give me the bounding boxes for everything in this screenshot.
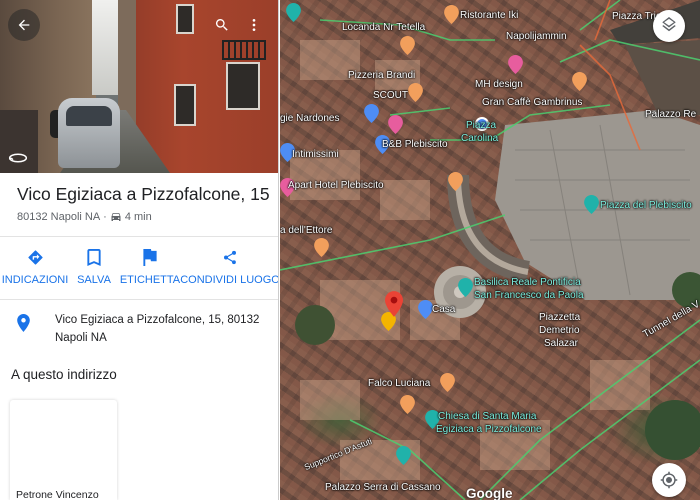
divider: [0, 299, 278, 300]
map-label: Egiziaca a Pizzofalcone: [436, 424, 542, 435]
poi-marker-teal[interactable]: [584, 195, 599, 214]
place-panel: Vico Egiziaca a Pizzofalcone, 15 80132 N…: [0, 0, 279, 500]
address-row[interactable]: Vico Egiziaca a Pizzofalcone, 15, 80132 …: [0, 305, 278, 351]
map-label: Casa: [432, 304, 456, 315]
more-options-button[interactable]: [238, 9, 270, 41]
poi-marker-pink[interactable]: [388, 115, 403, 134]
map-label: Piazza: [466, 120, 497, 131]
google-logo: Google: [466, 486, 513, 500]
poi-marker-orange[interactable]: [440, 373, 455, 392]
label-label: ETICHETTA: [119, 274, 181, 286]
map-label: gie Nardones: [280, 113, 340, 124]
map-label: Salazar: [544, 338, 578, 349]
map-label: Piazzetta: [539, 312, 581, 323]
directions-button[interactable]: INDICAZIONI: [0, 246, 70, 294]
map-label: SCOUT: [373, 90, 408, 101]
map-label: Locanda Nr Tetella: [342, 22, 426, 33]
back-button[interactable]: [8, 9, 40, 41]
map-label: a dell'Ettore: [280, 225, 333, 236]
bookmark-icon: [87, 248, 101, 266]
poi-marker-orange[interactable]: [400, 36, 415, 55]
map-label: Pizzeria Brandi: [348, 70, 416, 81]
map-label: MH design: [475, 79, 523, 90]
map-label: Chiesa di Santa Maria: [438, 411, 537, 422]
label-button[interactable]: ETICHETTA: [118, 246, 182, 294]
poi-marker-orange[interactable]: [314, 238, 329, 257]
poi-marker-blue[interactable]: [418, 300, 433, 319]
parked-car: [58, 98, 120, 168]
street-view-expand-button[interactable]: [4, 146, 32, 170]
map-label: Falco Luciana: [368, 378, 431, 389]
action-bar: INDICAZIONI SALVA ETICHETTA CONDIVIDI LU…: [0, 246, 279, 294]
drive-time: 4 min: [124, 211, 152, 223]
place-subtitle: 80132 Napoli NA · 4 min: [17, 211, 152, 223]
business-card[interactable]: [10, 400, 117, 500]
poi-marker-orange[interactable]: [400, 395, 415, 414]
window: [226, 62, 260, 110]
map-label: Apart Hotel Plebiscito: [288, 180, 384, 191]
full-address-text: Vico Egiziaca a Pizzofalcone, 15, 80132 …: [55, 311, 265, 347]
place-title: Vico Egiziaca a Pizzofalcone, 15: [17, 184, 270, 204]
more-vert-icon: [252, 19, 256, 31]
section-title: A questo indirizzo: [11, 367, 117, 382]
map-label: B&B Plebiscito: [382, 139, 448, 150]
directions-label: INDICAZIONI: [1, 274, 69, 286]
my-location-button[interactable]: [652, 463, 686, 497]
maps-app: Vico Egiziaca a Pizzofalcone, 15 80132 N…: [0, 0, 700, 500]
layers-button[interactable]: [653, 10, 685, 42]
window: [174, 84, 196, 126]
map-label: Carolina: [461, 133, 499, 144]
map-label: Gran Caffè Gambrinus: [482, 97, 583, 108]
map-label: Ristorante Iki: [460, 10, 519, 21]
poi-marker-orange[interactable]: [448, 172, 463, 191]
postal-code: 80132 Napoli NA: [17, 211, 101, 223]
balcony: [222, 40, 266, 60]
layers-icon: [662, 17, 676, 32]
directions-icon: [27, 249, 43, 265]
map-label: San Francesco da Paola: [474, 290, 584, 301]
360-view-icon: [8, 153, 28, 163]
map-label: Intimissimi: [292, 149, 339, 160]
map-label: Napolijammin: [506, 31, 567, 42]
poi-marker-teal[interactable]: [286, 3, 301, 22]
poi-marker-teal[interactable]: [458, 278, 473, 297]
my-location-icon: [660, 471, 678, 489]
business-card-name: Petrone Vincenzo: [16, 489, 99, 500]
map-label: Basilica Reale Pontificia: [474, 277, 581, 288]
map-label: Palazzo Re: [645, 109, 697, 120]
map-label: Piazza del Plebiscito: [600, 200, 692, 211]
search-icon: [215, 19, 228, 31]
share-label: CONDIVIDI LUOGO: [180, 274, 279, 286]
save-label: SALVA: [77, 274, 111, 286]
location-pin-icon: [17, 314, 30, 337]
sky-strip: [92, 0, 118, 95]
share-icon: [224, 250, 236, 264]
map-label: Demetrio: [539, 325, 580, 336]
map-label: Palazzo Serra di Cassano: [325, 482, 441, 493]
full-address-line2: Napoli NA: [55, 332, 107, 344]
poi-marker-blue[interactable]: [364, 104, 379, 123]
share-button[interactable]: CONDIVIDI LUOGO: [180, 246, 279, 294]
satellite-map[interactable]: Locanda Nr Tetella Ristorante Iki Piazza…: [280, 0, 700, 500]
poi-marker-orange[interactable]: [444, 5, 459, 24]
poi-marker-orange[interactable]: [572, 72, 587, 91]
window: [176, 4, 194, 34]
search-button[interactable]: [206, 9, 238, 41]
street-view-photo[interactable]: [0, 0, 278, 173]
full-address-line1: Vico Egiziaca a Pizzofalcone, 15, 80132: [55, 314, 260, 326]
poi-marker-teal[interactable]: [396, 446, 411, 465]
poi-marker-orange[interactable]: [408, 83, 423, 102]
place-header: Vico Egiziaca a Pizzofalcone, 15 80132 N…: [0, 173, 278, 237]
selected-location-pin-icon[interactable]: [385, 291, 403, 317]
car-icon: [110, 212, 122, 223]
poi-marker-pink[interactable]: [508, 55, 523, 74]
flag-icon: [143, 248, 157, 266]
separator-dot: ·: [103, 211, 107, 223]
save-button[interactable]: SALVA: [70, 246, 118, 294]
arrow-left-icon: [18, 19, 30, 31]
